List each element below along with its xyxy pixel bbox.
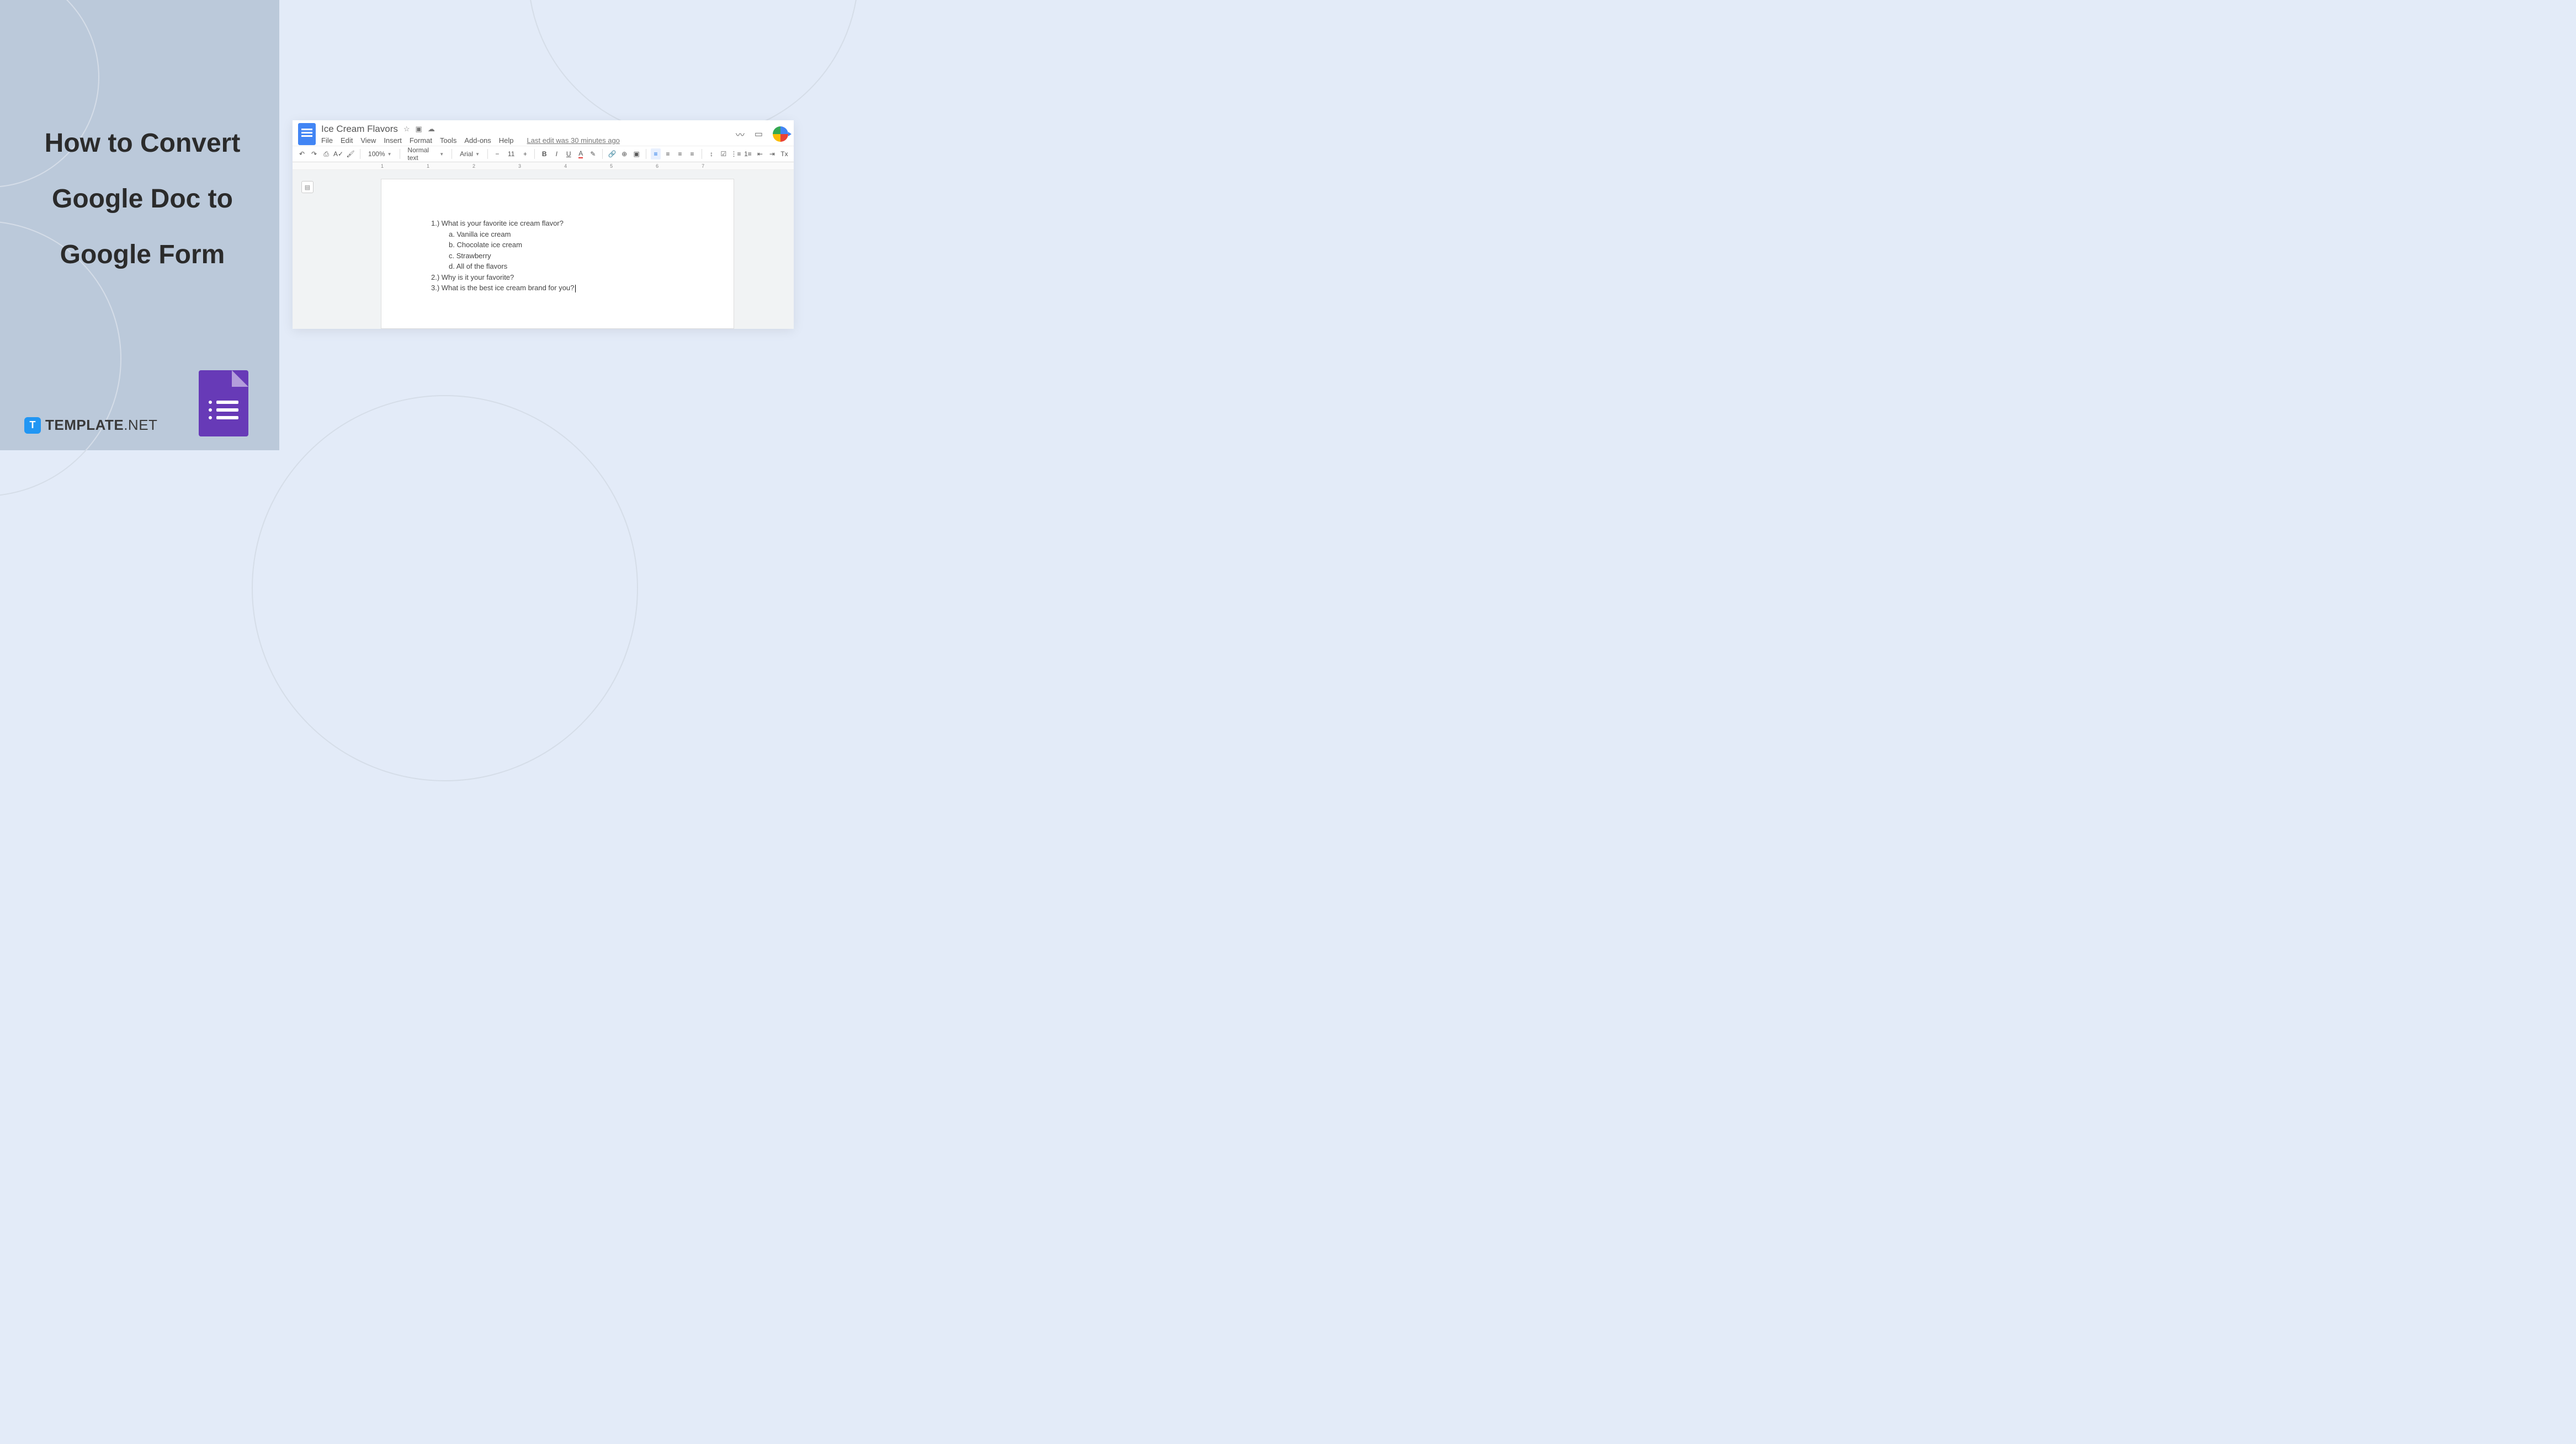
google-docs-logo-icon[interactable] (298, 123, 316, 145)
align-left-icon[interactable]: ≡ (651, 148, 661, 159)
page-title: How to Convert Google Doc to Google Form (26, 116, 258, 283)
bullet-list-icon[interactable]: ⋮≡ (731, 148, 741, 159)
paint-format-icon[interactable]: 🖌 (346, 148, 355, 159)
comment-icon[interactable]: ▭ (755, 129, 763, 140)
doc-line: 2.) Why is it your favorite? (431, 272, 684, 283)
style-select[interactable]: Normal text▼ (404, 148, 447, 159)
menu-tools[interactable]: Tools (440, 136, 456, 145)
menu-edit[interactable]: Edit (341, 136, 353, 145)
menu-help[interactable]: Help (499, 136, 514, 145)
google-forms-icon (199, 370, 248, 436)
brand-text: TEMPLATE.NET (45, 417, 157, 434)
line-spacing-icon[interactable]: ↕ (707, 148, 716, 159)
meet-icon[interactable] (773, 126, 788, 142)
spellcheck-icon[interactable]: A✓ (333, 148, 343, 159)
font-size-input[interactable]: 11 (504, 148, 518, 159)
toolbar: ↶ ↷ ⎙ A✓ 🖌 100%▼ Normal text▼ Arial▼ − 1… (293, 146, 794, 162)
doc-line: a. Vanilla ice cream (431, 229, 684, 240)
checklist-icon[interactable]: ☑ (719, 148, 729, 159)
print-icon[interactable]: ⎙ (321, 148, 331, 159)
clear-format-icon[interactable]: Tx (779, 148, 789, 159)
document-page[interactable]: 1.) What is your favorite ice cream flav… (381, 179, 734, 329)
google-docs-window: Ice Cream Flavors ☆ ▣ ☁ File Edit View I… (293, 120, 794, 329)
align-right-icon[interactable]: ≡ (675, 148, 685, 159)
underline-icon[interactable]: U (564, 148, 573, 159)
brand: T TEMPLATE.NET (24, 417, 157, 434)
zoom-select[interactable]: 100%▼ (365, 148, 395, 159)
cloud-icon[interactable]: ☁ (428, 125, 435, 134)
link-icon[interactable]: 🔗 (607, 148, 617, 159)
star-icon[interactable]: ☆ (403, 125, 410, 134)
last-edit-link[interactable]: Last edit was 30 minutes ago (527, 136, 620, 145)
text-cursor (575, 285, 576, 292)
font-size-increase[interactable]: + (520, 148, 530, 159)
font-select[interactable]: Arial▼ (456, 148, 483, 159)
numbered-list-icon[interactable]: 1≡ (743, 148, 753, 159)
bold-icon[interactable]: B (539, 148, 549, 159)
indent-decrease-icon[interactable]: ⇤ (755, 148, 765, 159)
bg-curve (528, 0, 859, 138)
activity-icon[interactable]: 〰 (736, 127, 745, 141)
menu-format[interactable]: Format (410, 136, 432, 145)
menu-addons[interactable]: Add-ons (464, 136, 491, 145)
doc-line: b. Chocolate ice cream (431, 239, 684, 251)
text-color-icon[interactable]: A (576, 148, 586, 159)
redo-icon[interactable]: ↷ (309, 148, 319, 159)
brand-logo-icon: T (24, 417, 41, 434)
brand-suffix: .NET (124, 417, 157, 433)
document-area: ▤ 1.) What is your favorite ice cream fl… (293, 170, 794, 329)
left-panel: How to Convert Google Doc to Google Form… (0, 0, 279, 450)
italic-icon[interactable]: I (551, 148, 561, 159)
menu-view[interactable]: View (360, 136, 376, 145)
doc-line: 1.) What is your favorite ice cream flav… (431, 218, 684, 229)
undo-icon[interactable]: ↶ (297, 148, 307, 159)
align-justify-icon[interactable]: ≡ (687, 148, 697, 159)
bg-curve (252, 395, 638, 781)
indent-increase-icon[interactable]: ⇥ (767, 148, 777, 159)
docs-header: Ice Cream Flavors ☆ ▣ ☁ File Edit View I… (293, 120, 794, 146)
document-title[interactable]: Ice Cream Flavors (321, 124, 398, 135)
align-center-icon[interactable]: ≡ (663, 148, 673, 159)
outline-toggle-icon[interactable]: ▤ (301, 181, 314, 193)
menu-bar: File Edit View Insert Format Tools Add-o… (321, 136, 730, 145)
ruler[interactable]: 1 1 2 3 4 5 6 7 (293, 162, 794, 170)
doc-line: d. All of the flavors (431, 261, 684, 272)
brand-name: TEMPLATE (45, 417, 124, 433)
add-comment-icon[interactable]: ⊕ (619, 148, 629, 159)
menu-insert[interactable]: Insert (384, 136, 402, 145)
doc-line: c. Strawberry (431, 251, 684, 262)
menu-file[interactable]: File (321, 136, 333, 145)
doc-line: 3.) What is the best ice cream brand for… (431, 283, 684, 294)
highlight-icon[interactable]: ✎ (588, 148, 598, 159)
font-size-decrease[interactable]: − (492, 148, 502, 159)
image-icon[interactable]: ▣ (631, 148, 641, 159)
move-icon[interactable]: ▣ (416, 125, 422, 134)
